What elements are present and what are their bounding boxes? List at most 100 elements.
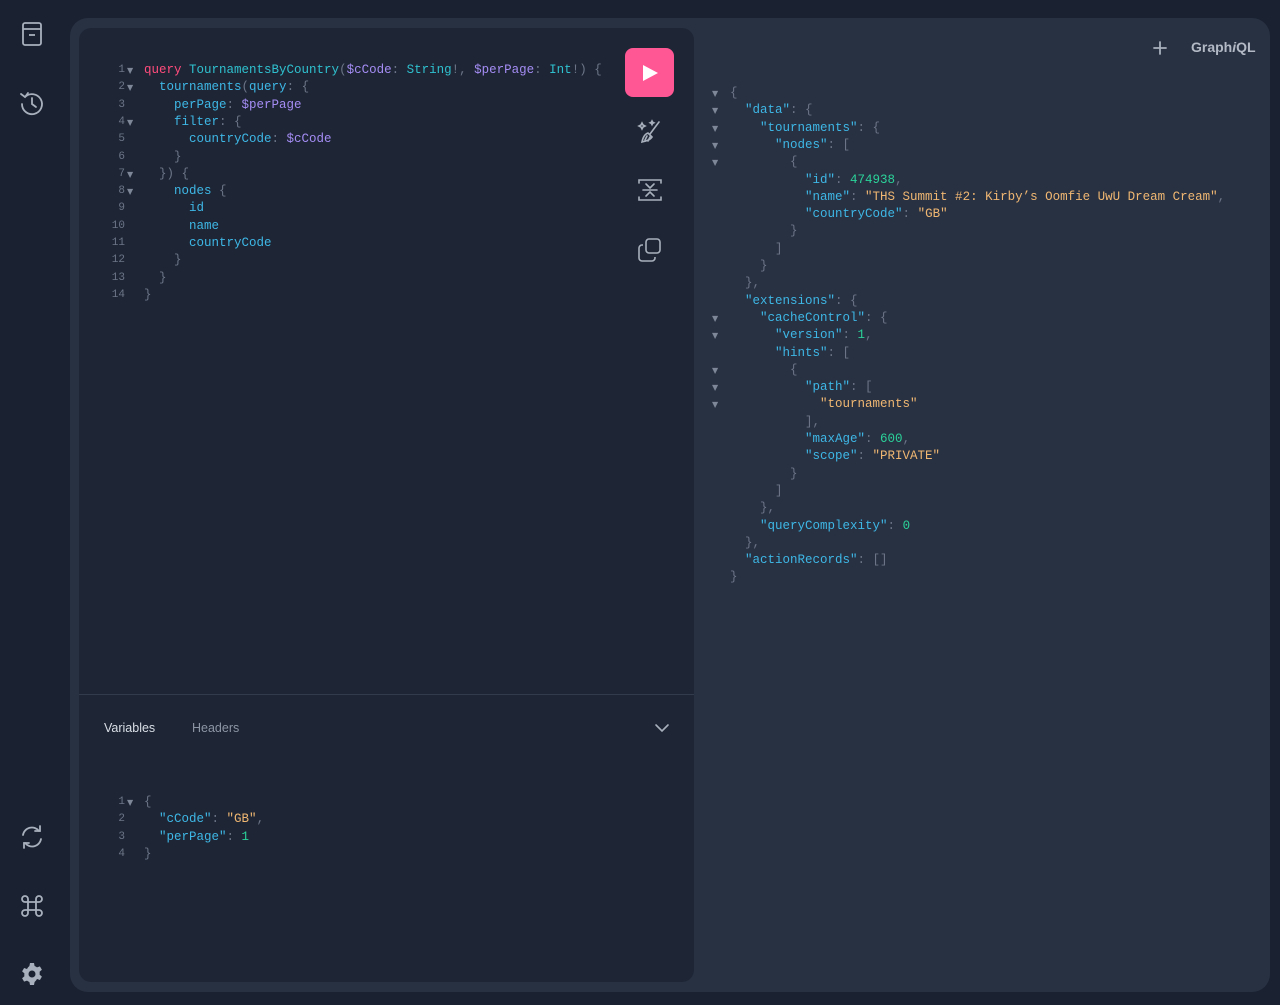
code-line: } xyxy=(144,287,152,304)
fold-toggle-icon[interactable]: ▼ xyxy=(712,120,718,137)
code-line: ] xyxy=(730,483,783,500)
collapse-variables-button[interactable] xyxy=(652,718,672,738)
code-token: 0 xyxy=(902,518,911,533)
line-number: 9 xyxy=(118,202,125,215)
query-editor-panel: 1 ▼ query TournamentsByCountry($cCode: Str… xyxy=(79,28,694,982)
code-token: : { xyxy=(835,293,858,308)
fold-toggle-icon[interactable]: ▼ xyxy=(127,114,133,131)
tab-variables[interactable]: Variables xyxy=(104,721,155,735)
code-token: "countryCode" xyxy=(805,207,903,222)
code-line: } xyxy=(730,466,798,483)
code-token: "tournaments" xyxy=(760,120,858,135)
code-token: "data" xyxy=(745,103,791,118)
fold-toggle-icon[interactable]: ▼ xyxy=(712,396,718,413)
code-token: "nodes" xyxy=(775,137,828,152)
copy-button[interactable] xyxy=(634,234,666,266)
shortcuts-icon[interactable] xyxy=(12,886,52,926)
code-token: ( xyxy=(339,63,347,77)
code-line: ] xyxy=(730,241,783,258)
tab-headers[interactable]: Headers xyxy=(192,721,239,735)
code-line: countryCode: $cCode xyxy=(144,131,332,148)
code-token: ] xyxy=(730,483,783,498)
prettify-icon xyxy=(637,119,660,144)
code-line: "name": "THS Summit #2: Kirby’s Oomfie U… xyxy=(730,189,1225,206)
fold-toggle-icon[interactable]: ▼ xyxy=(127,166,133,183)
code-token: } xyxy=(730,466,798,481)
code-line: } xyxy=(144,846,152,863)
code-line: "tournaments" xyxy=(730,396,918,413)
prettify-button[interactable] xyxy=(634,116,666,148)
code-token: $perPage xyxy=(241,97,302,112)
code-token: "cCode" xyxy=(159,812,212,827)
code-token: $cCode xyxy=(346,63,392,77)
code-line: }, xyxy=(730,535,760,552)
code-token: Int xyxy=(549,63,572,77)
line-number: 12 xyxy=(111,254,125,267)
line-number: 7 xyxy=(118,167,125,180)
settings-icon[interactable] xyxy=(12,955,52,995)
code-token: 1 xyxy=(241,829,250,844)
fold-toggle-icon[interactable]: ▼ xyxy=(127,79,133,96)
code-token: : { xyxy=(219,114,242,129)
fold-toggle-icon[interactable]: ▼ xyxy=(712,102,718,119)
code-line: name xyxy=(144,218,219,235)
code-token: String xyxy=(406,63,452,77)
code-token: tournaments xyxy=(159,80,242,95)
code-token: : xyxy=(391,63,407,77)
docs-icon[interactable] xyxy=(12,14,52,54)
line-number: 4 xyxy=(118,115,125,128)
code-token: } xyxy=(144,253,182,268)
code-line: } xyxy=(144,149,182,166)
fold-toggle-icon[interactable]: ▼ xyxy=(712,310,718,327)
code-token: }) { xyxy=(144,166,190,181)
code-line: tournaments(query: { xyxy=(144,79,309,96)
history-icon[interactable] xyxy=(12,84,52,124)
code-token: : xyxy=(211,812,227,827)
code-token: name xyxy=(189,218,220,233)
result-panel: GraphiQL ▼{▼ "data": {▼ "tournaments": {… xyxy=(700,18,1270,992)
merge-fragments-button[interactable] xyxy=(634,174,666,206)
fold-toggle-icon[interactable]: ▼ xyxy=(127,62,133,79)
code-line: query TournamentsByCountry($cCode: Strin… xyxy=(144,62,602,79)
fold-toggle-icon[interactable]: ▼ xyxy=(712,154,718,171)
refetch-schema-icon[interactable] xyxy=(12,817,52,857)
code-line: "version": 1, xyxy=(730,327,873,344)
code-line: "queryComplexity": 0 xyxy=(730,518,910,535)
code-token: 600 xyxy=(880,432,903,446)
code-token: , xyxy=(256,812,265,827)
fold-toggle-icon[interactable]: ▼ xyxy=(712,85,718,102)
add-tab-button[interactable] xyxy=(1148,38,1172,62)
fold-toggle-icon[interactable]: ▼ xyxy=(712,362,718,379)
code-token: "GB" xyxy=(226,812,257,827)
code-token: : { xyxy=(790,103,813,118)
line-number: 2 xyxy=(118,81,125,94)
code-token: : xyxy=(226,97,242,112)
code-line: "scope": "PRIVATE" xyxy=(730,448,940,465)
code-token: $perPage xyxy=(474,63,535,77)
editor-divider xyxy=(79,694,694,695)
run-button[interactable] xyxy=(625,48,674,97)
code-line: countryCode xyxy=(144,235,272,252)
code-line: nodes { xyxy=(144,183,227,200)
code-line: { xyxy=(144,794,152,811)
code-token: : xyxy=(857,449,873,464)
fold-toggle-icon[interactable]: ▼ xyxy=(127,183,133,200)
code-token: "PRIVATE" xyxy=(872,449,941,464)
fold-toggle-icon[interactable]: ▼ xyxy=(712,379,718,396)
code-token: ( xyxy=(241,80,250,95)
code-token: : [ xyxy=(827,345,851,360)
code-token: : xyxy=(887,518,903,533)
code-token: { xyxy=(144,795,152,809)
fold-toggle-icon[interactable]: ▼ xyxy=(712,137,718,154)
fold-toggle-icon[interactable]: ▼ xyxy=(127,794,133,811)
code-line: "cCode": "GB", xyxy=(144,811,264,828)
fold-toggle-icon[interactable]: ▼ xyxy=(712,327,718,344)
